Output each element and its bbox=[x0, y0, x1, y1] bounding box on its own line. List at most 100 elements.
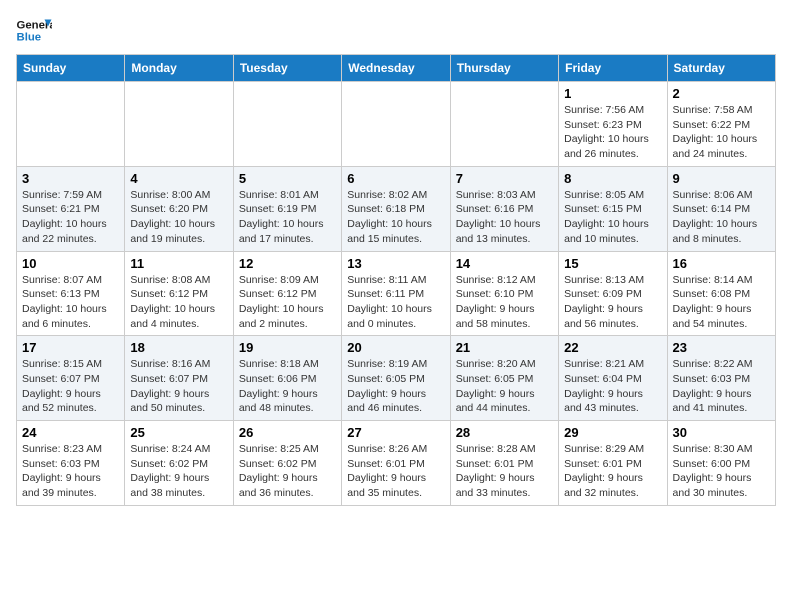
calendar-day-cell: 7 Sunrise: 8:03 AM Sunset: 6:16 PM Daylig… bbox=[450, 166, 558, 251]
day-number: 10 bbox=[22, 256, 119, 271]
day-number: 23 bbox=[673, 340, 770, 355]
day-info: Sunrise: 7:56 AM Sunset: 6:23 PM Dayligh… bbox=[564, 103, 661, 162]
calendar-week-row: 10 Sunrise: 8:07 AM Sunset: 6:13 PM Dayli… bbox=[17, 251, 776, 336]
weekday-header-friday: Friday bbox=[559, 55, 667, 82]
day-number: 18 bbox=[130, 340, 227, 355]
weekday-header-saturday: Saturday bbox=[667, 55, 775, 82]
calendar-day-cell: 3 Sunrise: 7:59 AM Sunset: 6:21 PM Daylig… bbox=[17, 166, 125, 251]
day-info: Sunrise: 8:16 AM Sunset: 6:07 PM Dayligh… bbox=[130, 357, 227, 416]
calendar-day-cell: 30 Sunrise: 8:30 AM Sunset: 6:00 PM Dayli… bbox=[667, 421, 775, 506]
calendar-day-cell: 23 Sunrise: 8:22 AM Sunset: 6:03 PM Dayli… bbox=[667, 336, 775, 421]
weekday-header-tuesday: Tuesday bbox=[233, 55, 341, 82]
day-info: Sunrise: 8:00 AM Sunset: 6:20 PM Dayligh… bbox=[130, 188, 227, 247]
calendar-day-cell: 20 Sunrise: 8:19 AM Sunset: 6:05 PM Dayli… bbox=[342, 336, 450, 421]
calendar-day-cell: 12 Sunrise: 8:09 AM Sunset: 6:12 PM Dayli… bbox=[233, 251, 341, 336]
calendar-day-cell: 24Sunrise: 8:23 AM Sunset: 6:03 PM Dayli… bbox=[17, 421, 125, 506]
calendar-day-cell: 2 Sunrise: 7:58 AM Sunset: 6:22 PM Daylig… bbox=[667, 82, 775, 167]
page-header: General Blue bbox=[16, 16, 776, 44]
day-info: Sunrise: 8:30 AM Sunset: 6:00 PM Dayligh… bbox=[673, 442, 770, 501]
day-number: 7 bbox=[456, 171, 553, 186]
calendar-day-cell bbox=[17, 82, 125, 167]
day-number: 25 bbox=[130, 425, 227, 440]
calendar-day-cell: 8 Sunrise: 8:05 AM Sunset: 6:15 PM Daylig… bbox=[559, 166, 667, 251]
calendar-day-cell: 6Sunrise: 8:02 AM Sunset: 6:18 PM Daylig… bbox=[342, 166, 450, 251]
calendar-day-cell: 25 Sunrise: 8:24 AM Sunset: 6:02 PM Dayli… bbox=[125, 421, 233, 506]
calendar-day-cell: 5 Sunrise: 8:01 AM Sunset: 6:19 PM Daylig… bbox=[233, 166, 341, 251]
day-number: 27 bbox=[347, 425, 444, 440]
calendar-day-cell: 28 Sunrise: 8:28 AM Sunset: 6:01 PM Dayli… bbox=[450, 421, 558, 506]
calendar-day-cell: 10 Sunrise: 8:07 AM Sunset: 6:13 PM Dayli… bbox=[17, 251, 125, 336]
day-info: Sunrise: 8:24 AM Sunset: 6:02 PM Dayligh… bbox=[130, 442, 227, 501]
day-number: 5 bbox=[239, 171, 336, 186]
day-info: Sunrise: 8:05 AM Sunset: 6:15 PM Dayligh… bbox=[564, 188, 661, 247]
day-info: Sunrise: 8:19 AM Sunset: 6:05 PM Dayligh… bbox=[347, 357, 444, 416]
day-info: Sunrise: 7:58 AM Sunset: 6:22 PM Dayligh… bbox=[673, 103, 770, 162]
day-number: 8 bbox=[564, 171, 661, 186]
day-number: 9 bbox=[673, 171, 770, 186]
calendar-day-cell bbox=[450, 82, 558, 167]
calendar-day-cell: 26Sunrise: 8:25 AM Sunset: 6:02 PM Dayli… bbox=[233, 421, 341, 506]
calendar-week-row: 24Sunrise: 8:23 AM Sunset: 6:03 PM Dayli… bbox=[17, 421, 776, 506]
calendar-week-row: 1 Sunrise: 7:56 AM Sunset: 6:23 PM Daylig… bbox=[17, 82, 776, 167]
day-info: Sunrise: 8:28 AM Sunset: 6:01 PM Dayligh… bbox=[456, 442, 553, 501]
day-info: Sunrise: 8:11 AM Sunset: 6:11 PM Dayligh… bbox=[347, 273, 444, 332]
logo: General Blue bbox=[16, 16, 52, 44]
calendar-day-cell: 4Sunrise: 8:00 AM Sunset: 6:20 PM Daylig… bbox=[125, 166, 233, 251]
day-number: 15 bbox=[564, 256, 661, 271]
day-info: Sunrise: 8:15 AM Sunset: 6:07 PM Dayligh… bbox=[22, 357, 119, 416]
day-number: 19 bbox=[239, 340, 336, 355]
calendar-day-cell bbox=[233, 82, 341, 167]
day-info: Sunrise: 8:06 AM Sunset: 6:14 PM Dayligh… bbox=[673, 188, 770, 247]
calendar-day-cell: 17 Sunrise: 8:15 AM Sunset: 6:07 PM Dayli… bbox=[17, 336, 125, 421]
calendar-day-cell: 22 Sunrise: 8:21 AM Sunset: 6:04 PM Dayli… bbox=[559, 336, 667, 421]
day-info: Sunrise: 8:03 AM Sunset: 6:16 PM Dayligh… bbox=[456, 188, 553, 247]
day-number: 2 bbox=[673, 86, 770, 101]
day-number: 17 bbox=[22, 340, 119, 355]
day-number: 20 bbox=[347, 340, 444, 355]
day-info: Sunrise: 8:18 AM Sunset: 6:06 PM Dayligh… bbox=[239, 357, 336, 416]
day-info: Sunrise: 8:23 AM Sunset: 6:03 PM Dayligh… bbox=[22, 442, 119, 501]
day-number: 29 bbox=[564, 425, 661, 440]
day-number: 3 bbox=[22, 171, 119, 186]
day-info: Sunrise: 8:20 AM Sunset: 6:05 PM Dayligh… bbox=[456, 357, 553, 416]
day-info: Sunrise: 8:21 AM Sunset: 6:04 PM Dayligh… bbox=[564, 357, 661, 416]
calendar-week-row: 3 Sunrise: 7:59 AM Sunset: 6:21 PM Daylig… bbox=[17, 166, 776, 251]
weekday-header-wednesday: Wednesday bbox=[342, 55, 450, 82]
day-info: Sunrise: 8:14 AM Sunset: 6:08 PM Dayligh… bbox=[673, 273, 770, 332]
weekday-header-sunday: Sunday bbox=[17, 55, 125, 82]
day-info: Sunrise: 8:29 AM Sunset: 6:01 PM Dayligh… bbox=[564, 442, 661, 501]
day-number: 30 bbox=[673, 425, 770, 440]
day-number: 13 bbox=[347, 256, 444, 271]
day-info: Sunrise: 8:07 AM Sunset: 6:13 PM Dayligh… bbox=[22, 273, 119, 332]
day-number: 1 bbox=[564, 86, 661, 101]
calendar-week-row: 17 Sunrise: 8:15 AM Sunset: 6:07 PM Dayli… bbox=[17, 336, 776, 421]
day-info: Sunrise: 8:13 AM Sunset: 6:09 PM Dayligh… bbox=[564, 273, 661, 332]
calendar-day-cell: 16Sunrise: 8:14 AM Sunset: 6:08 PM Dayli… bbox=[667, 251, 775, 336]
calendar-day-cell: 14Sunrise: 8:12 AM Sunset: 6:10 PM Dayli… bbox=[450, 251, 558, 336]
calendar-day-cell: 29 Sunrise: 8:29 AM Sunset: 6:01 PM Dayli… bbox=[559, 421, 667, 506]
calendar-day-cell: 11Sunrise: 8:08 AM Sunset: 6:12 PM Dayli… bbox=[125, 251, 233, 336]
svg-text:Blue: Blue bbox=[17, 32, 42, 44]
calendar-day-cell: 13 Sunrise: 8:11 AM Sunset: 6:11 PM Dayli… bbox=[342, 251, 450, 336]
day-info: Sunrise: 8:22 AM Sunset: 6:03 PM Dayligh… bbox=[673, 357, 770, 416]
calendar-day-cell: 1 Sunrise: 7:56 AM Sunset: 6:23 PM Daylig… bbox=[559, 82, 667, 167]
day-number: 26 bbox=[239, 425, 336, 440]
calendar-day-cell: 27 Sunrise: 8:26 AM Sunset: 6:01 PM Dayli… bbox=[342, 421, 450, 506]
day-info: Sunrise: 8:09 AM Sunset: 6:12 PM Dayligh… bbox=[239, 273, 336, 332]
day-info: Sunrise: 8:01 AM Sunset: 6:19 PM Dayligh… bbox=[239, 188, 336, 247]
calendar-day-cell: 18 Sunrise: 8:16 AM Sunset: 6:07 PM Dayli… bbox=[125, 336, 233, 421]
day-number: 22 bbox=[564, 340, 661, 355]
calendar-day-cell: 15 Sunrise: 8:13 AM Sunset: 6:09 PM Dayli… bbox=[559, 251, 667, 336]
day-info: Sunrise: 8:26 AM Sunset: 6:01 PM Dayligh… bbox=[347, 442, 444, 501]
day-number: 11 bbox=[130, 256, 227, 271]
day-number: 12 bbox=[239, 256, 336, 271]
calendar-day-cell: 21 Sunrise: 8:20 AM Sunset: 6:05 PM Dayli… bbox=[450, 336, 558, 421]
day-number: 21 bbox=[456, 340, 553, 355]
calendar-table: SundayMondayTuesdayWednesdayThursdayFrid… bbox=[16, 54, 776, 506]
calendar-day-cell bbox=[125, 82, 233, 167]
day-info: Sunrise: 8:02 AM Sunset: 6:18 PM Dayligh… bbox=[347, 188, 444, 247]
day-number: 28 bbox=[456, 425, 553, 440]
day-info: Sunrise: 7:59 AM Sunset: 6:21 PM Dayligh… bbox=[22, 188, 119, 247]
logo-icon: General Blue bbox=[16, 16, 52, 44]
calendar-day-cell bbox=[342, 82, 450, 167]
